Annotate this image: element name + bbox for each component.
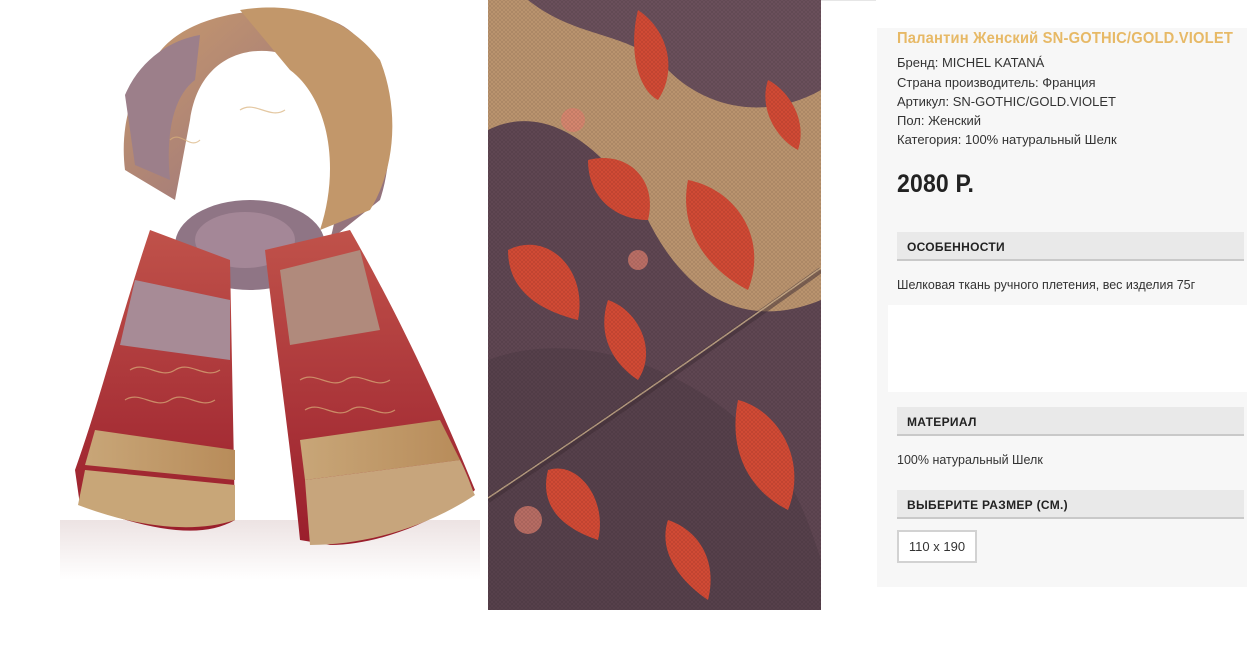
size-heading-label: ВЫБЕРИТЕ РАЗМЕР (СМ.) — [907, 498, 1068, 512]
size-option-button[interactable]: 110 x 190 — [897, 530, 977, 563]
features-text: Шелковая ткань ручного плетения, вес изд… — [897, 278, 1196, 292]
features-heading[interactable]: ОСОБЕННОСТИ — [897, 232, 1244, 261]
scarf-product-photo[interactable] — [0, 0, 480, 580]
spec-gender: Пол: Женский — [897, 113, 982, 128]
size-heading[interactable]: ВЫБЕРИТЕ РАЗМЕР (СМ.) — [897, 490, 1244, 519]
material-heading[interactable]: МАТЕРИАЛ — [897, 407, 1244, 436]
features-extra-block — [888, 305, 1247, 392]
features-heading-label: ОСОБЕННОСТИ — [907, 240, 1005, 254]
divider — [821, 0, 876, 1]
product-page: Палантин Женский SN-GOTHIC/GOLD.VIOLET Б… — [0, 0, 1259, 662]
spec-country: Страна производитель: Франция — [897, 75, 1096, 90]
material-text: 100% натуральный Шелк — [897, 453, 1043, 467]
product-price: 2080 Р. — [897, 170, 975, 198]
material-heading-label: МАТЕРИАЛ — [907, 415, 977, 429]
spec-brand: Бренд: MICHEL KATANÁ — [897, 55, 1045, 70]
spec-category: Категория: 100% натуральный Шелк — [897, 132, 1117, 147]
product-info-panel: Палантин Женский SN-GOTHIC/GOLD.VIOLET Б… — [877, 28, 1247, 587]
fabric-detail-photo[interactable] — [488, 0, 821, 610]
spec-article: Артикул: SN-GOTHIC/GOLD.VIOLET — [897, 94, 1116, 109]
product-title: Палантин Женский SN-GOTHIC/GOLD.VIOLET — [897, 30, 1234, 47]
